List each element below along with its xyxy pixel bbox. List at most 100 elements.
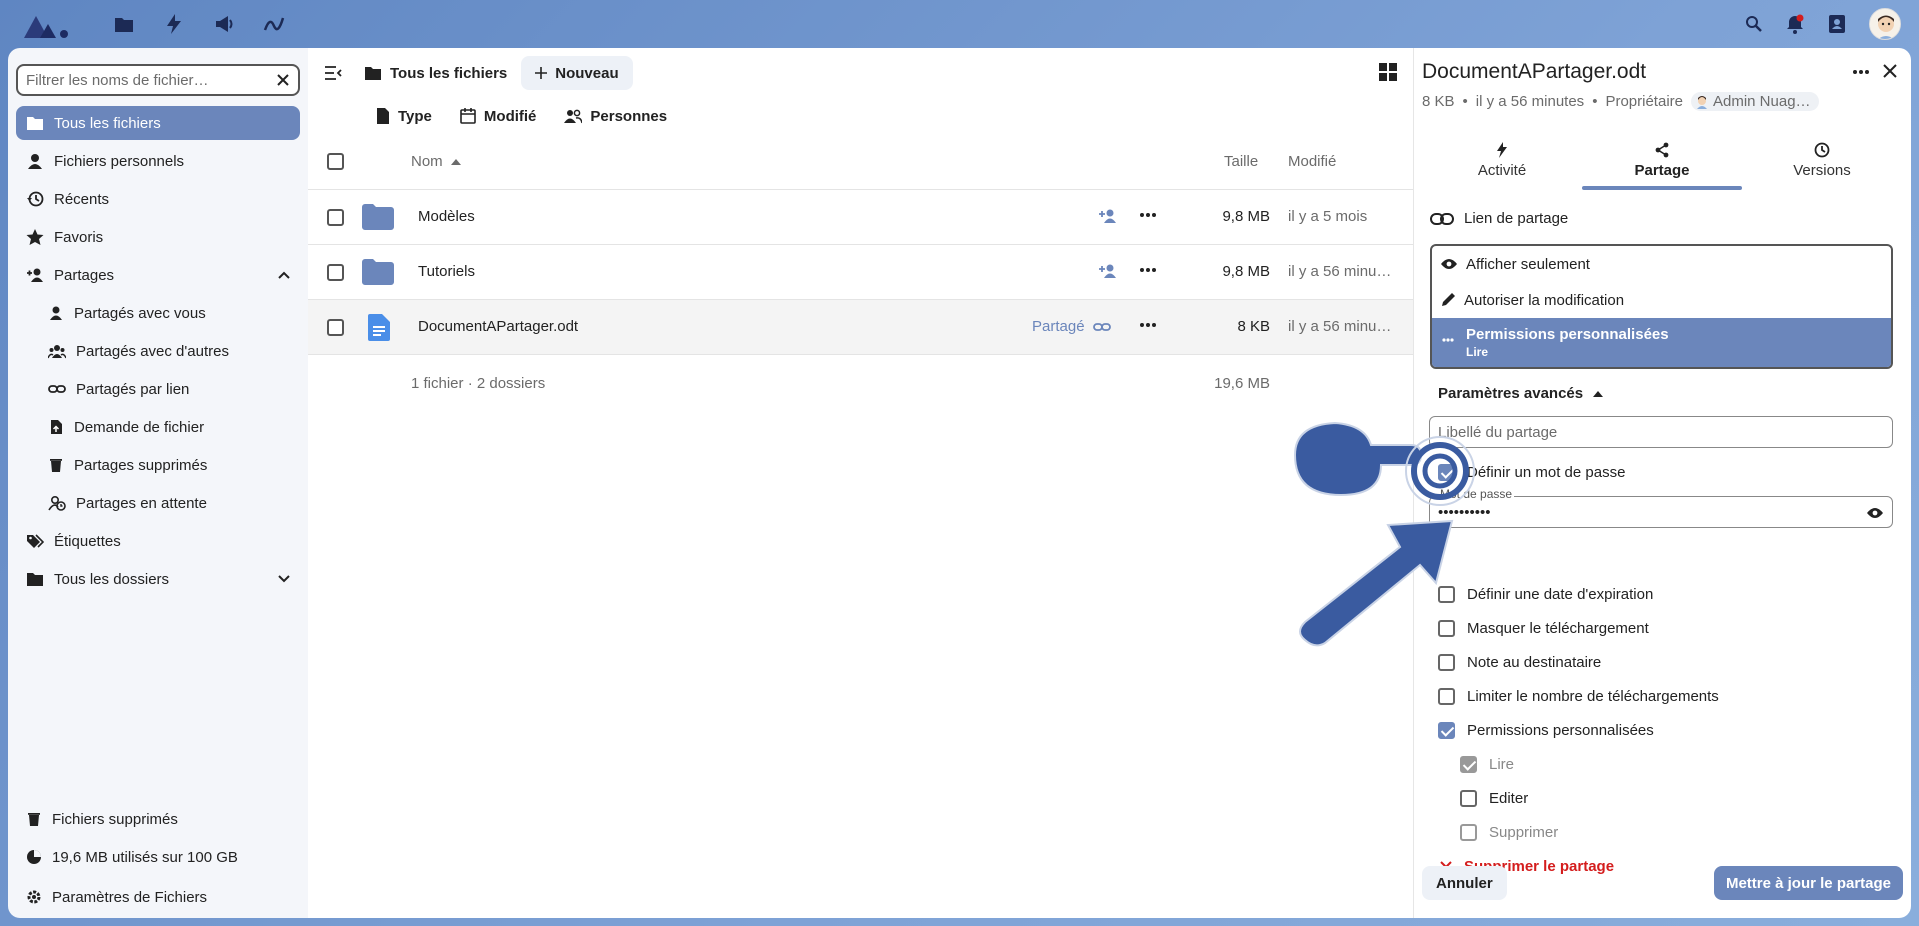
breadcrumb[interactable]: Tous les fichiers: [364, 65, 507, 82]
files-app-icon[interactable]: [110, 10, 138, 38]
password-input[interactable]: Mot de passe ••••••••••: [1429, 487, 1893, 528]
sidebar-item-shares[interactable]: Partages: [16, 258, 300, 292]
share-icon: [1654, 142, 1670, 158]
row-checkbox[interactable]: [327, 209, 344, 226]
search-icon[interactable]: [1745, 15, 1763, 33]
sidebar-item-deleted-shares[interactable]: Partages supprimés: [16, 448, 300, 482]
limit-downloads-option[interactable]: Limiter le nombre de téléchargements: [1438, 688, 1719, 705]
group-icon: [48, 343, 66, 359]
sidebar-item-pending-shares[interactable]: Partages en attente: [16, 486, 300, 520]
table-row[interactable]: Tutoriels 9,8 MB il y a 56 minu…: [308, 245, 1413, 300]
column-modified-header[interactable]: Modifié: [1288, 153, 1336, 170]
announcements-app-icon[interactable]: [210, 10, 238, 38]
owner-chip[interactable]: Admin Nuag…: [1691, 92, 1819, 111]
filter-modified-button[interactable]: Modifié: [460, 108, 536, 125]
custom-permissions-option[interactable]: Permissions personnalisées: [1438, 722, 1654, 739]
user-avatar[interactable]: [1869, 8, 1901, 40]
perm-edit-option[interactable]: Editer: [1460, 790, 1528, 807]
option-custom-permissions[interactable]: Permissions personnalisées Lire: [1432, 318, 1891, 367]
select-all-checkbox[interactable]: [327, 153, 344, 170]
tab-sharing[interactable]: Partage: [1582, 132, 1742, 190]
clear-filter-icon[interactable]: [276, 73, 290, 87]
person-icon: [26, 153, 44, 169]
option-allow-edit[interactable]: Autoriser la modification: [1432, 282, 1891, 318]
folder-icon: [364, 65, 382, 81]
column-name-header[interactable]: Nom: [411, 153, 461, 170]
shared-indicator[interactable]: Partagé: [1032, 318, 1111, 335]
table-row[interactable]: DocumentAPartager.odt Partagé 8 KB il y …: [308, 300, 1413, 355]
arrow-pointer-icon: [1299, 519, 1454, 647]
notifications-icon[interactable]: [1785, 14, 1805, 34]
update-share-button[interactable]: Mettre à jour le partage: [1713, 866, 1903, 900]
sidebar-item-tags[interactable]: Étiquettes: [16, 524, 300, 558]
trash-icon: [26, 811, 42, 827]
top-bar: [0, 0, 1919, 48]
sidebar-item-favorites[interactable]: Favoris: [16, 220, 300, 254]
option-view-only[interactable]: Afficher seulement: [1432, 246, 1891, 282]
filter-people-button[interactable]: Personnes: [564, 108, 667, 125]
owner-avatar: [1695, 95, 1709, 109]
more-actions-icon[interactable]: [1140, 323, 1156, 327]
sidebar-item-deleted-files[interactable]: Fichiers supprimés: [16, 802, 300, 836]
chevron-down-icon[interactable]: [278, 575, 290, 583]
caret-up-icon: [1593, 390, 1604, 397]
permissions-dropdown[interactable]: Afficher seulement Autoriser la modifica…: [1430, 244, 1893, 369]
more-actions-icon[interactable]: [1140, 213, 1156, 217]
file-size: 9,8 MB: [1222, 208, 1270, 225]
more-actions-icon[interactable]: [1140, 268, 1156, 272]
sidebar-item-files-settings[interactable]: Paramètres de Fichiers: [16, 880, 300, 914]
people-icon: [564, 108, 583, 124]
filter-input[interactable]: [26, 71, 276, 89]
show-password-icon[interactable]: [1866, 507, 1884, 519]
person-icon: [48, 305, 64, 321]
toggle-navigation-icon[interactable]: [324, 66, 342, 80]
close-icon[interactable]: [1883, 64, 1897, 78]
sidebar-item-recent[interactable]: Récents: [16, 182, 300, 216]
tab-activity[interactable]: Activité: [1422, 132, 1582, 188]
share-person-icon[interactable]: [1098, 208, 1118, 224]
contacts-icon[interactable]: [1827, 14, 1847, 34]
limit-downloads-checkbox[interactable]: [1438, 688, 1455, 705]
note-recipient-option[interactable]: Note au destinataire: [1438, 654, 1601, 671]
file-name[interactable]: DocumentAPartager.odt: [418, 318, 578, 335]
folder-icon: [26, 115, 44, 131]
chevron-up-icon[interactable]: [278, 271, 290, 279]
table-row[interactable]: Modèles 9,8 MB il y a 5 mois: [308, 190, 1413, 245]
sidebar-item-all-folders[interactable]: Tous les dossiers: [16, 562, 300, 596]
perm-delete-checkbox[interactable]: [1460, 824, 1477, 841]
app-logo-icon[interactable]: [22, 10, 70, 40]
share-person-icon[interactable]: [1098, 263, 1118, 279]
file-size: 9,8 MB: [1222, 263, 1270, 280]
gear-icon: [26, 889, 42, 905]
sidebar-item-all-files[interactable]: Tous les fichiers: [16, 106, 300, 140]
sidebar-item-personal-files[interactable]: Fichiers personnels: [16, 144, 300, 178]
table-summary: 1 fichier · 2 dossiers 19,6 MB: [308, 355, 1413, 411]
whiteboard-app-icon[interactable]: [260, 10, 288, 38]
tab-versions[interactable]: Versions: [1742, 132, 1902, 188]
new-button[interactable]: Nouveau: [521, 56, 633, 90]
file-icon: [376, 108, 390, 124]
more-actions-icon[interactable]: [1853, 70, 1869, 74]
storage-quota: 19,6 MB utilisés sur 100 GB: [16, 840, 300, 874]
custom-permissions-checkbox[interactable]: [1438, 722, 1455, 739]
row-checkbox[interactable]: [327, 264, 344, 281]
sidebar-item-shared-with-you[interactable]: Partagés avec vous: [16, 296, 300, 330]
sidebar-item-shared-by-link[interactable]: Partagés par lien: [16, 372, 300, 406]
share-label-input[interactable]: Libellé du partage: [1429, 416, 1893, 448]
row-checkbox[interactable]: [327, 319, 344, 336]
file-name[interactable]: Tutoriels: [418, 263, 475, 280]
perm-delete-option[interactable]: Supprimer: [1460, 824, 1558, 841]
sidebar-item-file-request[interactable]: Demande de fichier: [16, 410, 300, 444]
grid-view-icon[interactable]: [1379, 63, 1397, 81]
note-recipient-checkbox[interactable]: [1438, 654, 1455, 671]
column-size-header[interactable]: Taille: [1224, 153, 1258, 170]
cancel-button[interactable]: Annuler: [1422, 866, 1507, 900]
advanced-settings-toggle[interactable]: Paramètres avancés: [1438, 385, 1604, 402]
history-icon: [26, 191, 44, 207]
perm-edit-checkbox[interactable]: [1460, 790, 1477, 807]
sidebar-item-shared-with-others[interactable]: Partagés avec d'autres: [16, 334, 300, 368]
activity-app-icon[interactable]: [160, 10, 188, 38]
file-name[interactable]: Modèles: [418, 208, 475, 225]
filter-type-button[interactable]: Type: [376, 108, 432, 125]
star-icon: [26, 229, 44, 245]
